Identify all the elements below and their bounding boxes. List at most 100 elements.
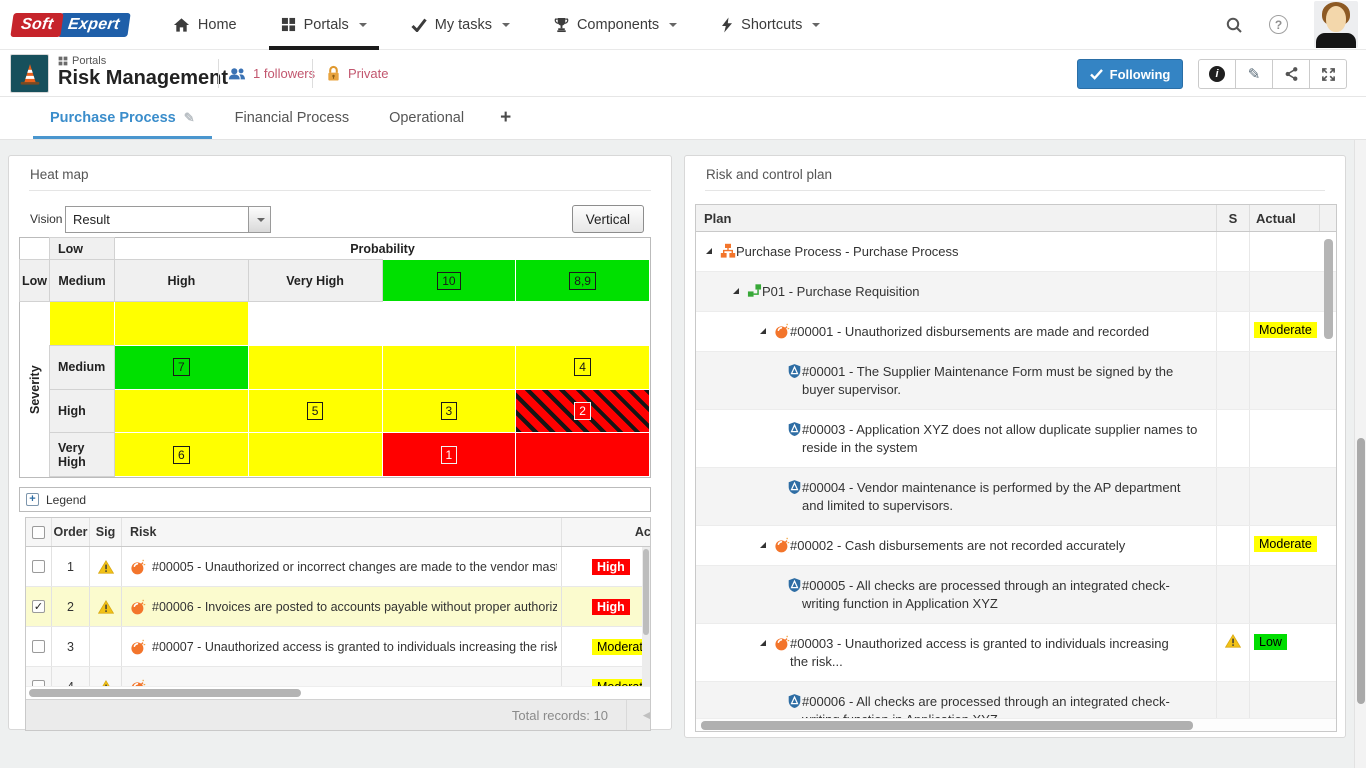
vertical-button[interactable]: Vertical: [572, 205, 644, 233]
order-cell: 1: [52, 547, 90, 586]
heatmap-cell-count-badge[interactable]: 4: [574, 358, 591, 376]
heatmap-cell[interactable]: [516, 433, 650, 477]
heatmap-cell[interactable]: 8,9: [516, 260, 650, 302]
heatmap-cell[interactable]: [50, 302, 115, 346]
plan-cell: #00001 - The Supplier Maintenance Form m…: [696, 352, 1217, 409]
plan-tree-row[interactable]: #00005 - All checks are processed throug…: [696, 566, 1336, 624]
heatmap-cell[interactable]: 2: [516, 390, 650, 434]
scrollbar-thumb[interactable]: [29, 689, 301, 697]
tree-expander-icon[interactable]: [760, 328, 766, 334]
share-button[interactable]: [1272, 59, 1310, 89]
heatmap-column-header: Low: [19, 259, 50, 302]
tab-purchase-process[interactable]: Purchase Process✎: [30, 97, 215, 139]
breadcrumb[interactable]: Portals: [58, 55, 106, 67]
plan-horizontal-scrollbar[interactable]: [696, 718, 1336, 731]
risk-cell: #00005 - Unauthorized or incorrect chang…: [122, 547, 562, 586]
actual-cell: [1250, 468, 1320, 525]
risk-table-vertical-scrollbar[interactable]: [642, 547, 650, 686]
heatmap-cell[interactable]: [115, 390, 249, 434]
scrollbar-thumb[interactable]: [643, 549, 649, 635]
heatmap-cell[interactable]: 7: [115, 346, 249, 390]
followers-link[interactable]: 1 followers: [228, 50, 315, 97]
softexpert-logo[interactable]: SoftExpert: [12, 13, 129, 37]
plan-vertical-scrollbar-thumb[interactable]: [1324, 239, 1333, 339]
plan-tree-row[interactable]: #00003 - Unauthorized access is granted …: [696, 624, 1336, 682]
plan-tree-row[interactable]: #00006 - All checks are processed throug…: [696, 682, 1336, 718]
risk-table-row[interactable]: 4Moderate: [26, 667, 651, 686]
vision-select[interactable]: Result: [65, 206, 271, 233]
privacy-status[interactable]: Private: [326, 50, 388, 97]
risk-table-row[interactable]: 3#00007 - Unauthorized access is granted…: [26, 627, 651, 667]
risk-table-row[interactable]: 1 #00005 - Unauthorized or incorrect chan…: [26, 547, 651, 587]
heatmap-cell-count-badge[interactable]: 8,9: [569, 272, 596, 290]
heatmap-cell[interactable]: [249, 346, 383, 390]
heatmap-cell-count-badge[interactable]: 7: [173, 358, 190, 376]
menu-item-components[interactable]: Components: [532, 0, 699, 50]
heatmap-cell-count-badge[interactable]: 1: [441, 446, 458, 464]
risk-table-horizontal-scrollbar[interactable]: [26, 686, 651, 699]
heatmap-cell-count-badge[interactable]: 5: [307, 402, 324, 420]
plan-tree-row[interactable]: #00003 - Application XYZ does not allow …: [696, 410, 1336, 468]
info-button[interactable]: i: [1198, 59, 1236, 89]
tree-expander-icon[interactable]: [760, 640, 766, 646]
tree-expander-icon[interactable]: [706, 248, 712, 254]
edit-tab-pencil-icon[interactable]: ✎: [184, 110, 195, 126]
lock-icon: [326, 65, 341, 82]
heatmap-cell[interactable]: [383, 346, 517, 390]
heatmap-cell[interactable]: 10: [383, 260, 517, 302]
help-icon[interactable]: ?: [1269, 15, 1288, 34]
tab-operational[interactable]: Operational: [369, 97, 484, 139]
heatmap-cell[interactable]: 1: [383, 433, 517, 477]
select-dropdown-button[interactable]: [248, 207, 270, 232]
following-button[interactable]: Following: [1077, 59, 1183, 89]
menu-item-home[interactable]: Home: [151, 0, 259, 50]
row-checkbox[interactable]: [32, 640, 45, 653]
tasks-check-icon: [411, 18, 427, 32]
heatmap-cell[interactable]: [115, 302, 249, 346]
heatmap-cell-count-badge[interactable]: 10: [437, 272, 460, 290]
plan-tree-row[interactable]: #00004 - Vendor maintenance is performed…: [696, 468, 1336, 526]
column-header-actual: Actual: [635, 525, 651, 539]
menu-item-portals[interactable]: Portals: [259, 0, 389, 50]
plan-tree-row[interactable]: #00002 - Cash disbursements are not reco…: [696, 526, 1336, 566]
risk-bomb-icon: [130, 559, 146, 575]
menu-item-my-tasks[interactable]: My tasks: [389, 0, 532, 50]
heatmap-cell[interactable]: 5: [249, 390, 383, 434]
heatmap-cell[interactable]: 6: [115, 433, 249, 477]
scrollbar-thumb[interactable]: [701, 721, 1193, 730]
sig-cell: [90, 667, 122, 686]
risk-table-header: Order Sig Risk Actual: [26, 518, 651, 547]
plan-tree-row[interactable]: Purchase Process - Purchase Process: [696, 232, 1336, 272]
heatmap-cell[interactable]: 4: [516, 346, 650, 390]
plan-tree-row[interactable]: #00001 - The Supplier Maintenance Form m…: [696, 352, 1336, 410]
user-avatar[interactable]: [1314, 1, 1358, 48]
heatmap-axis-severity: Severity: [20, 302, 50, 477]
add-tab-button[interactable]: +: [484, 97, 527, 139]
heatmap-cell[interactable]: 3: [383, 390, 517, 434]
risk-table-row[interactable]: ✓2#00006 - Invoices are posted to accoun…: [26, 587, 651, 627]
fullscreen-button[interactable]: [1309, 59, 1347, 89]
tree-expander-icon[interactable]: [760, 542, 766, 548]
scrollbar-thumb[interactable]: [1357, 438, 1365, 704]
prev-page-button[interactable]: ◄: [626, 700, 651, 730]
plan-tree-row[interactable]: P01 - Purchase Requisition: [696, 272, 1336, 312]
legend-toggle[interactable]: + Legend: [19, 487, 651, 512]
plan-cell: #00005 - All checks are processed throug…: [696, 566, 1217, 623]
heatmap-cell-count-badge[interactable]: 3: [441, 402, 458, 420]
divider: [218, 59, 219, 88]
tab-financial-process[interactable]: Financial Process: [215, 97, 369, 139]
warning-icon: [98, 560, 114, 574]
tree-expander-icon[interactable]: [733, 288, 739, 294]
edit-button[interactable]: ✎: [1235, 59, 1273, 89]
heatmap-cell[interactable]: [249, 433, 383, 477]
plan-tree-row[interactable]: #00001 - Unauthorized disbursements are …: [696, 312, 1336, 352]
heatmap-cell-count-badge[interactable]: 2: [574, 402, 591, 420]
chevron-down-icon: [669, 23, 677, 27]
page-scrollbar[interactable]: [1354, 140, 1366, 768]
menu-item-shortcuts[interactable]: Shortcuts: [699, 0, 842, 50]
select-all-checkbox[interactable]: [32, 526, 45, 539]
heatmap-cell-count-badge[interactable]: 6: [173, 446, 190, 464]
search-icon[interactable]: [1225, 16, 1243, 34]
row-checkbox[interactable]: [32, 560, 45, 573]
row-checkbox[interactable]: ✓: [32, 600, 45, 613]
